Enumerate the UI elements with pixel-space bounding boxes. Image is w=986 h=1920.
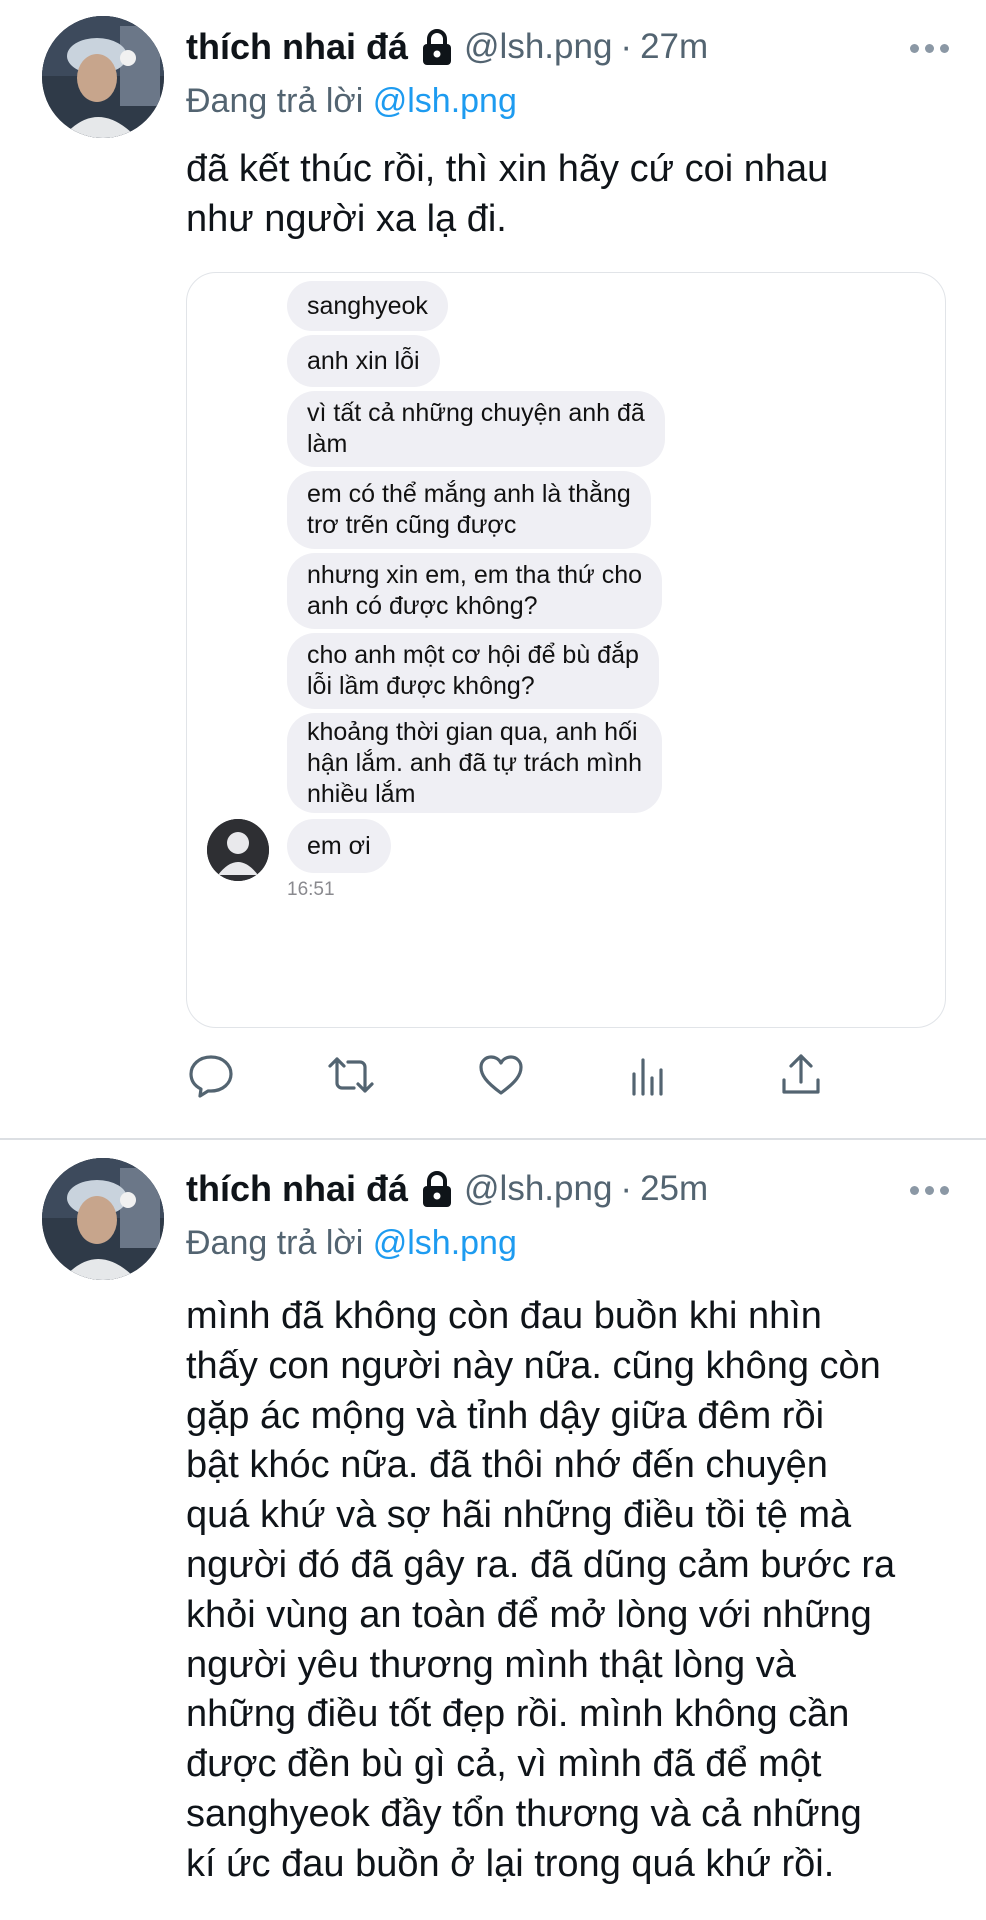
message-bubble: em ơi — [287, 819, 391, 873]
message-bubble: anh xin lỗi — [287, 335, 440, 387]
more-options-icon[interactable] — [910, 44, 950, 56]
like-icon[interactable] — [476, 1050, 526, 1100]
tweet-text-line: quá khứ và sợ hãi những điều tồi tệ mà — [186, 1494, 852, 1537]
tweet-actions — [186, 1050, 946, 1110]
replying-to: Đang trả lời @lsh.png — [186, 1224, 517, 1263]
message-line: nhưng xin em, em tha thứ cho — [307, 561, 643, 589]
message-bubble: nhưng xin em, em tha thứ cho anh có được… — [287, 553, 663, 629]
display-name[interactable]: thích nhai đá — [186, 26, 408, 68]
lock-icon — [420, 27, 454, 67]
tweet-divider — [0, 1138, 986, 1140]
tweet-timestamp[interactable]: 25m — [640, 1169, 708, 1209]
tweet-text-line: người yêu thương mình thật lòng và — [186, 1643, 796, 1686]
profile-avatar[interactable] — [42, 1158, 164, 1280]
message-line: nhiều lắm — [307, 779, 416, 808]
message-line: trơ trẽn cũng được — [307, 511, 517, 539]
tweet-timestamp[interactable]: 27m — [640, 27, 708, 67]
tweet-text: mình đã không còn đau buồn khi nhìn thấy… — [186, 1292, 976, 1890]
tweet-text-line: bật khóc nữa. đã thôi nhớ đến chuyện — [186, 1444, 828, 1487]
tweet-text-line: đã kết thúc rồi, thì xin hãy cứ coi nhau — [186, 148, 829, 190]
views-icon[interactable] — [624, 1050, 674, 1100]
message-line: anh có được không? — [307, 592, 538, 620]
user-handle[interactable]: @lsh.png — [464, 27, 612, 67]
tweet-header: thích nhai đá @lsh.png · 27m — [186, 22, 708, 72]
message-bubble: sanghyeok — [287, 281, 448, 331]
profile-avatar[interactable] — [42, 16, 164, 138]
tweet-text-line: như người xa lạ đi. — [186, 198, 507, 240]
tweet-text-line: sanghyeok đầy tổn thương và cả những — [186, 1792, 862, 1835]
tweet-text-line: gặp ác mộng và tỉnh dậy giữa đêm rồi — [186, 1394, 825, 1437]
reply-icon[interactable] — [186, 1050, 236, 1100]
replying-mention[interactable]: @lsh.png — [373, 82, 517, 120]
separator-dot: · — [620, 1169, 633, 1208]
message-line: hận lắm. anh đã tự trách mình — [307, 748, 642, 777]
message-bubble: vì tất cả những chuyện anh đã làm — [287, 391, 665, 467]
replying-mention[interactable]: @lsh.png — [373, 1224, 517, 1262]
message-line: em có thể mắng anh là thằng — [307, 480, 631, 508]
tweet-text: đã kết thúc rồi, thì xin hãy cứ coi nhau… — [186, 144, 946, 244]
more-options-icon[interactable] — [910, 1186, 950, 1198]
tweet-text-line: mình đã không còn đau buồn khi nhìn — [186, 1295, 822, 1337]
replying-label: Đang trả lời — [186, 82, 364, 120]
message-line: em ơi — [307, 831, 371, 860]
separator-dot: · — [620, 27, 633, 66]
retweet-icon[interactable] — [326, 1050, 376, 1100]
share-icon[interactable] — [776, 1050, 826, 1100]
message-line: khoảng thời gian qua, anh hối — [307, 717, 638, 746]
tweet-text-line: được đền bù gì cả, vì mình đã để một — [186, 1743, 822, 1786]
sender-avatar-icon — [207, 819, 269, 881]
tweet-header: thích nhai đá @lsh.png · 25m — [186, 1164, 708, 1214]
message-bubble: cho anh một cơ hội để bù đắp lỗi lầm đượ… — [287, 633, 659, 709]
tweet-text-line: thấy con người này nữa. cũng không còn — [186, 1344, 881, 1387]
message-line: sanghyeok — [307, 291, 428, 320]
message-bubble: khoảng thời gian qua, anh hối hận lắm. a… — [287, 713, 662, 813]
tweet-text-line: kí ức đau buồn ở lại trong quá khứ rồi. — [186, 1842, 835, 1885]
lock-icon — [420, 1169, 454, 1209]
message-line: anh xin lỗi — [307, 346, 420, 375]
replying-to: Đang trả lời @lsh.png — [186, 82, 517, 121]
message-timestamp: 16:51 — [287, 879, 335, 900]
attached-screenshot[interactable]: sanghyeok anh xin lỗi vì tất cả những ch… — [186, 272, 946, 1028]
message-bubble: em có thể mắng anh là thằng trơ trẽn cũn… — [287, 471, 651, 549]
tweet-text-line: người đó đã gây ra. đã dũng cảm bước ra — [186, 1543, 896, 1586]
tweet-text-line: khỏi vùng an toàn để mở lòng với những — [186, 1593, 872, 1636]
tweet[interactable]: thích nhai đá @lsh.png · 25m Đang trả lờ… — [0, 1142, 986, 1920]
replying-label: Đang trả lời — [186, 1224, 364, 1262]
message-line: làm — [307, 430, 348, 458]
message-line: vì tất cả những chuyện anh đã — [307, 399, 645, 427]
display-name[interactable]: thích nhai đá — [186, 1168, 408, 1210]
user-handle[interactable]: @lsh.png — [464, 1169, 612, 1209]
tweet[interactable]: thích nhai đá @lsh.png · 27m Đang trả lờ… — [0, 0, 986, 1140]
tweet-text-line: những điều tốt đẹp rồi. mình không cần — [186, 1693, 850, 1736]
message-line: cho anh một cơ hội để bù đắp — [307, 641, 639, 669]
message-line: lỗi lầm được không? — [307, 672, 535, 700]
